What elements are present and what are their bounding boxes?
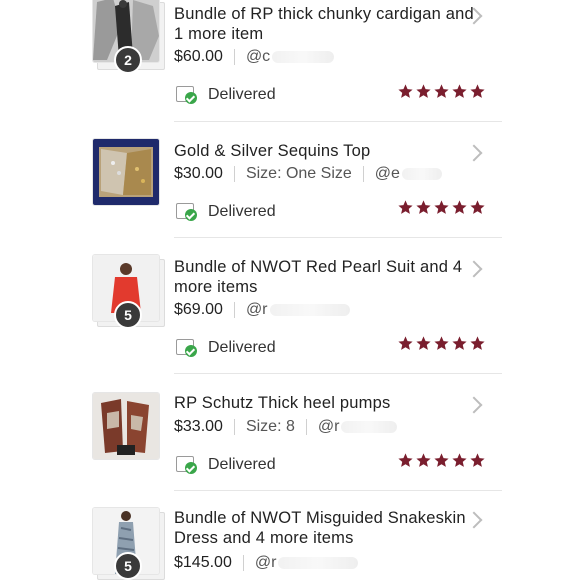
star-icon	[416, 84, 431, 98]
seller-handle[interactable]: @e	[375, 165, 400, 183]
row-divider	[174, 490, 502, 491]
star-icon	[452, 200, 467, 214]
status-label: Delivered	[208, 339, 276, 356]
seller-handle[interactable]: @c	[246, 48, 270, 66]
order-meta: $33.00 Size: 8 @r	[174, 418, 398, 436]
order-size: Size: One Size	[245, 165, 352, 182]
seller-handle[interactable]: @r	[246, 301, 268, 319]
meta-divider	[233, 49, 235, 65]
order-size: Size: 8	[245, 418, 295, 435]
star-icon	[434, 84, 449, 98]
item-count-badge: 5	[114, 552, 142, 580]
status-label: Delivered	[208, 203, 276, 220]
status-label: Delivered	[208, 86, 276, 103]
star-icon	[470, 84, 485, 98]
status-label: Delivered	[208, 456, 276, 473]
item-count-badge: 2	[114, 46, 142, 74]
star-icon	[470, 200, 485, 214]
delivery-status: Delivered	[176, 456, 276, 474]
order-title[interactable]: Bundle of NWOT Red Pearl Suit and 4 more…	[174, 257, 474, 297]
order-title[interactable]: Bundle of NWOT Misguided Snakeskin Dress…	[174, 508, 474, 548]
order-title[interactable]: RP Schutz Thick heel pumps	[174, 393, 474, 413]
rating-stars	[397, 335, 486, 352]
redacted-handle	[401, 168, 442, 180]
order-price: $30.00	[174, 165, 223, 182]
star-icon	[452, 336, 467, 350]
delivered-icon	[176, 456, 198, 474]
order-title[interactable]: Bundle of RP thick chunky cardigan and 1…	[174, 4, 474, 44]
row-divider	[174, 121, 502, 122]
order-meta: $69.00 @r	[174, 301, 350, 319]
delivery-status: Delivered	[176, 339, 276, 357]
star-icon	[398, 336, 413, 350]
delivered-icon	[176, 203, 198, 221]
meta-divider	[233, 166, 235, 182]
rating-stars	[397, 452, 486, 469]
order-meta: $30.00 Size: One Size @e	[174, 165, 442, 183]
star-icon	[398, 453, 413, 467]
meta-divider	[233, 419, 235, 435]
star-icon	[452, 84, 467, 98]
star-icon	[398, 200, 413, 214]
delivery-status: Delivered	[176, 86, 276, 104]
redacted-handle	[278, 557, 359, 569]
row-divider	[174, 237, 502, 238]
product-thumbnail[interactable]	[93, 139, 159, 205]
meta-divider	[242, 555, 244, 571]
product-thumbnail[interactable]	[93, 393, 159, 459]
star-icon	[452, 453, 467, 467]
redacted-handle	[341, 421, 398, 433]
order-list: 2 Bundle of RP thick chunky cardigan and…	[80, 0, 502, 580]
row-divider	[174, 373, 502, 374]
redacted-handle	[269, 304, 350, 316]
star-icon	[470, 336, 485, 350]
redacted-handle	[272, 51, 335, 63]
item-count-badge: 5	[114, 301, 142, 329]
order-meta: $60.00 @c	[174, 48, 335, 66]
order-title[interactable]: Gold & Silver Sequins Top	[174, 141, 474, 161]
rating-stars	[397, 83, 486, 100]
star-icon	[470, 453, 485, 467]
order-price: $60.00	[174, 48, 223, 65]
delivered-icon	[176, 339, 198, 357]
seller-handle[interactable]: @r	[255, 554, 277, 572]
star-icon	[434, 453, 449, 467]
delivery-status: Delivered	[176, 203, 276, 221]
rating-stars	[397, 199, 486, 216]
star-icon	[416, 453, 431, 467]
star-icon	[434, 336, 449, 350]
order-price: $33.00	[174, 418, 223, 435]
star-icon	[434, 200, 449, 214]
order-meta: $145.00 @r	[174, 554, 359, 572]
delivered-icon	[176, 86, 198, 104]
order-price: $145.00	[174, 554, 232, 571]
order-price: $69.00	[174, 301, 223, 318]
meta-divider	[233, 302, 235, 318]
seller-handle[interactable]: @r	[318, 418, 340, 436]
meta-divider	[362, 166, 364, 182]
star-icon	[398, 84, 413, 98]
star-icon	[416, 200, 431, 214]
star-icon	[416, 336, 431, 350]
meta-divider	[305, 419, 307, 435]
